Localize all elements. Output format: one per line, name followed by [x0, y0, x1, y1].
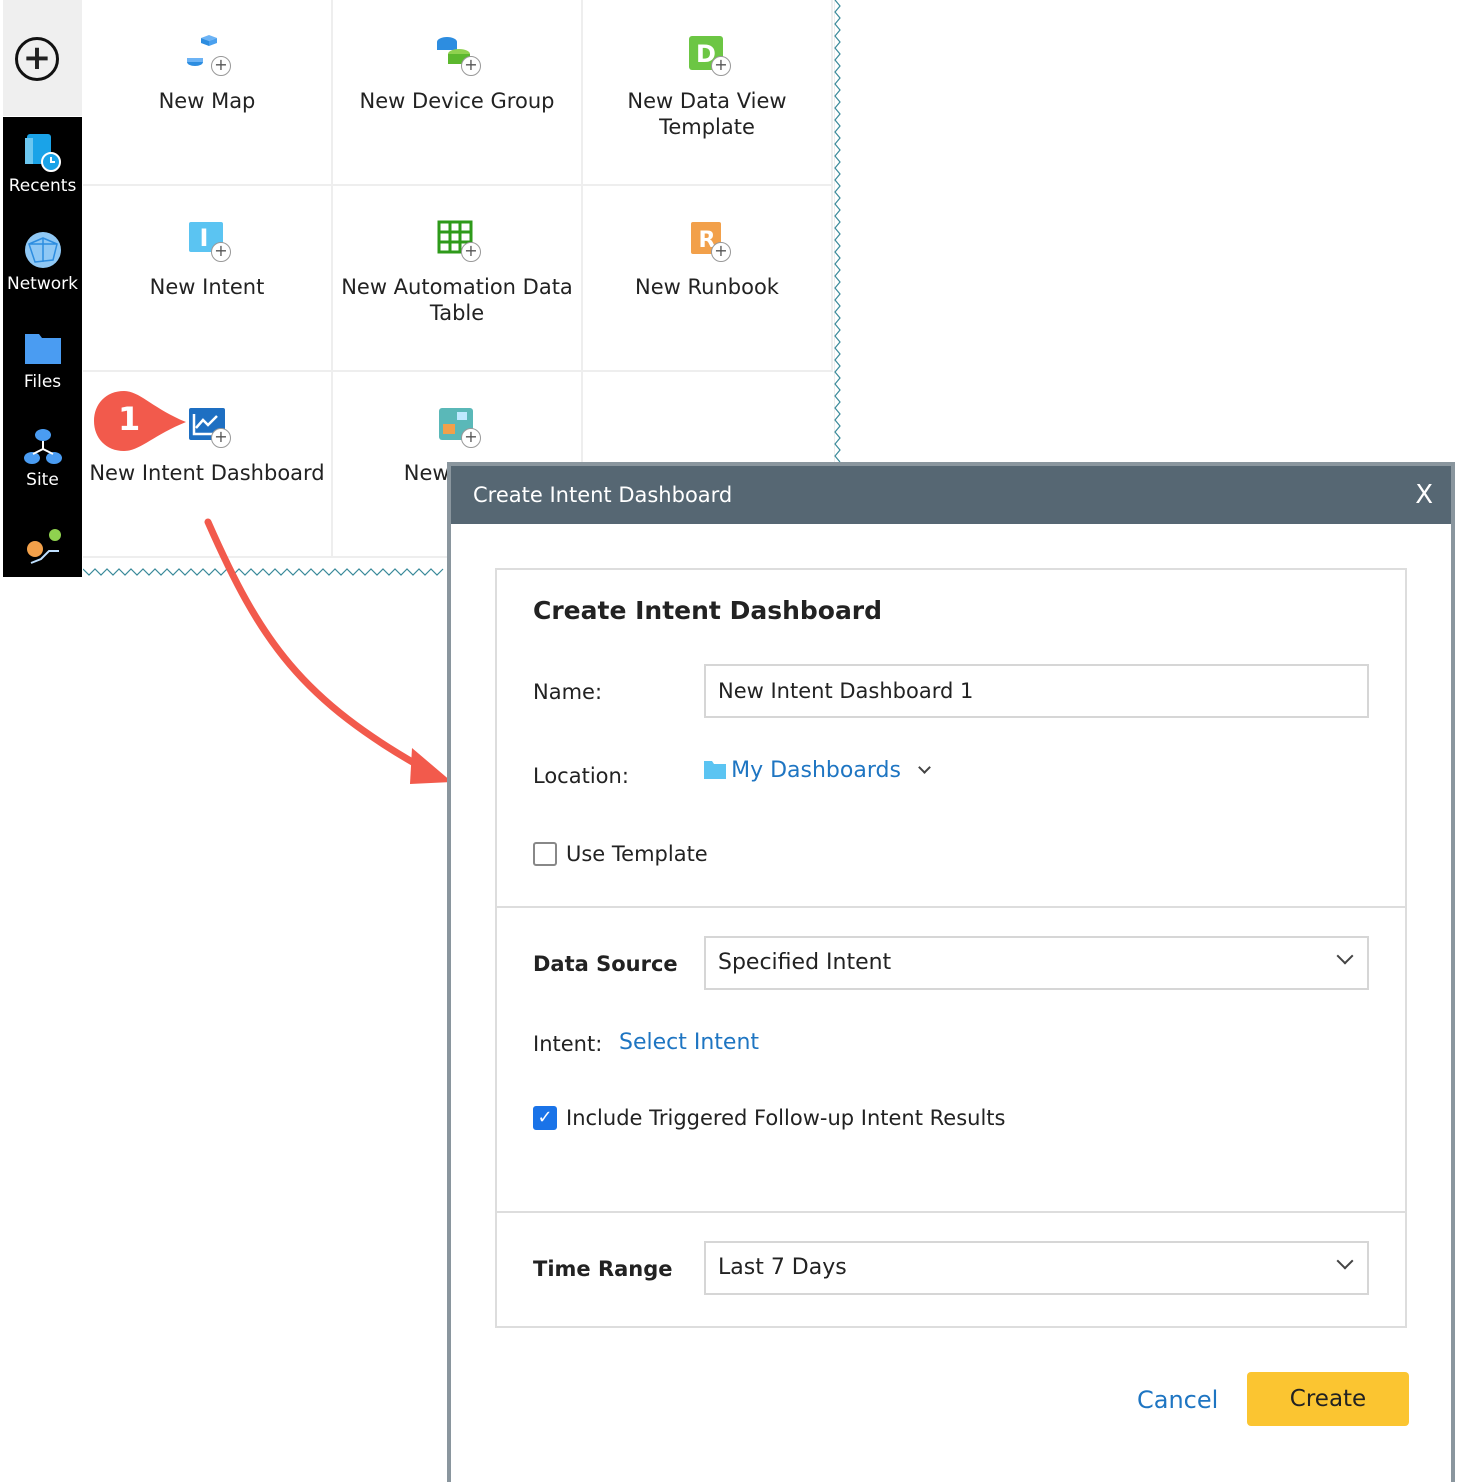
general-section: Create Intent Dashboard Name: New Intent…	[497, 570, 1405, 908]
data-source-select[interactable]: Specified Intent	[704, 936, 1369, 990]
close-icon[interactable]: X	[1415, 466, 1433, 524]
tile-label: New Intent Dashboard	[89, 461, 325, 485]
network-icon: +	[435, 406, 481, 448]
sidebar-item-files[interactable]: Files	[3, 328, 82, 392]
map-icon: +	[185, 34, 231, 76]
chevron-down-icon	[918, 761, 931, 774]
name-input[interactable]: New Intent Dashboard 1	[704, 664, 1369, 718]
plus-icon: +	[461, 242, 481, 262]
time-range-section: Time Range Last 7 Days	[497, 1213, 1405, 1326]
plus-icon: +	[461, 428, 481, 448]
tile-new-intent[interactable]: I + New Intent	[83, 186, 333, 372]
tile-label: New Device Group	[359, 89, 555, 113]
table-icon: +	[435, 220, 481, 262]
path-icon	[26, 529, 61, 564]
tile-new-map[interactable]: + New Map	[83, 0, 333, 186]
recents-icon	[24, 134, 61, 172]
svg-text:I: I	[200, 224, 209, 252]
torn-edge-right	[834, 0, 841, 462]
location-label: Location:	[533, 764, 629, 788]
plus-icon: +	[711, 242, 731, 262]
tile-label: New Intent	[149, 275, 265, 299]
add-icon[interactable]: +	[15, 37, 59, 81]
sidebar-item-recents[interactable]: Recents	[3, 132, 82, 196]
time-range-label: Time Range	[533, 1257, 673, 1281]
include-followup-checkbox[interactable]: ✓	[533, 1106, 557, 1130]
dialog-header: Create Intent Dashboard X	[451, 466, 1451, 524]
sidebar: Recents Network Files Site	[3, 117, 82, 577]
data-source-label: Data Source	[533, 952, 678, 976]
data-view-icon: D +	[685, 34, 731, 76]
plus-icon: +	[211, 56, 231, 76]
tile-label: New Map	[158, 89, 256, 113]
plus-icon: +	[711, 56, 731, 76]
tile-label: New Data View Template	[627, 89, 787, 139]
name-label: Name:	[533, 680, 603, 704]
device-group-icon: +	[435, 34, 481, 76]
sidebar-item-network[interactable]: Network	[3, 230, 82, 294]
intent-icon: I +	[185, 220, 231, 262]
network-globe-icon	[24, 232, 61, 268]
chevron-down-icon	[1336, 1252, 1354, 1270]
plus-icon: +	[211, 242, 231, 262]
tile-new-automation-data-table[interactable]: + New Automation Data Table	[333, 186, 583, 372]
intent-label: Intent:	[533, 1032, 603, 1056]
create-button[interactable]: Create	[1247, 1372, 1409, 1426]
sidebar-item-label: Recents	[8, 176, 77, 196]
data-source-section: Data Source Specified Intent Intent: Sel…	[497, 908, 1405, 1213]
chevron-down-icon	[1336, 947, 1354, 965]
sidebar-item-path[interactable]	[3, 525, 82, 569]
tile-new-runbook[interactable]: R + New Runbook	[583, 186, 833, 372]
plus-icon: +	[461, 56, 481, 76]
time-range-select[interactable]: Last 7 Days	[704, 1241, 1369, 1295]
use-template-checkbox[interactable]	[533, 842, 557, 866]
folder-icon	[704, 761, 726, 779]
sidebar-top: +	[3, 0, 82, 116]
torn-edge-bottom	[83, 568, 444, 576]
step-callout: 1	[94, 390, 186, 452]
select-intent-link[interactable]: Select Intent	[619, 1030, 759, 1055]
create-intent-dashboard-dialog: Create Intent Dashboard X Create Intent …	[447, 462, 1455, 1482]
plus-icon: +	[211, 428, 231, 448]
data-source-value: Specified Intent	[718, 950, 892, 975]
dashboard-icon: +	[185, 406, 231, 448]
site-icon	[23, 429, 62, 464]
use-template-label: Use Template	[566, 842, 708, 866]
dialog-title: Create Intent Dashboard	[473, 483, 733, 507]
tile-label: New Runbook	[635, 275, 779, 299]
location-dropdown[interactable]: My Dashboards	[704, 758, 931, 783]
tile-new-data-view-template[interactable]: D + New Data View Template	[583, 0, 833, 186]
form-heading: Create Intent Dashboard	[533, 596, 883, 625]
time-range-value: Last 7 Days	[718, 1255, 847, 1280]
tile-label: New Automation Data Table	[341, 275, 573, 325]
tile-new-device-group[interactable]: + New Device Group	[333, 0, 583, 186]
runbook-icon: R +	[685, 220, 731, 262]
folder-icon	[24, 334, 61, 364]
step-number: 1	[118, 400, 141, 438]
sidebar-item-label: Files	[23, 372, 62, 392]
sidebar-item-label: Network	[7, 274, 78, 294]
location-value: My Dashboards	[731, 758, 901, 783]
sidebar-item-site[interactable]: Site	[3, 426, 82, 490]
include-followup-label: Include Triggered Follow-up Intent Resul…	[566, 1106, 1006, 1130]
sidebar-item-label: Site	[26, 470, 59, 490]
cancel-button[interactable]: Cancel	[1137, 1386, 1218, 1414]
form-box: Create Intent Dashboard Name: New Intent…	[495, 568, 1407, 1328]
